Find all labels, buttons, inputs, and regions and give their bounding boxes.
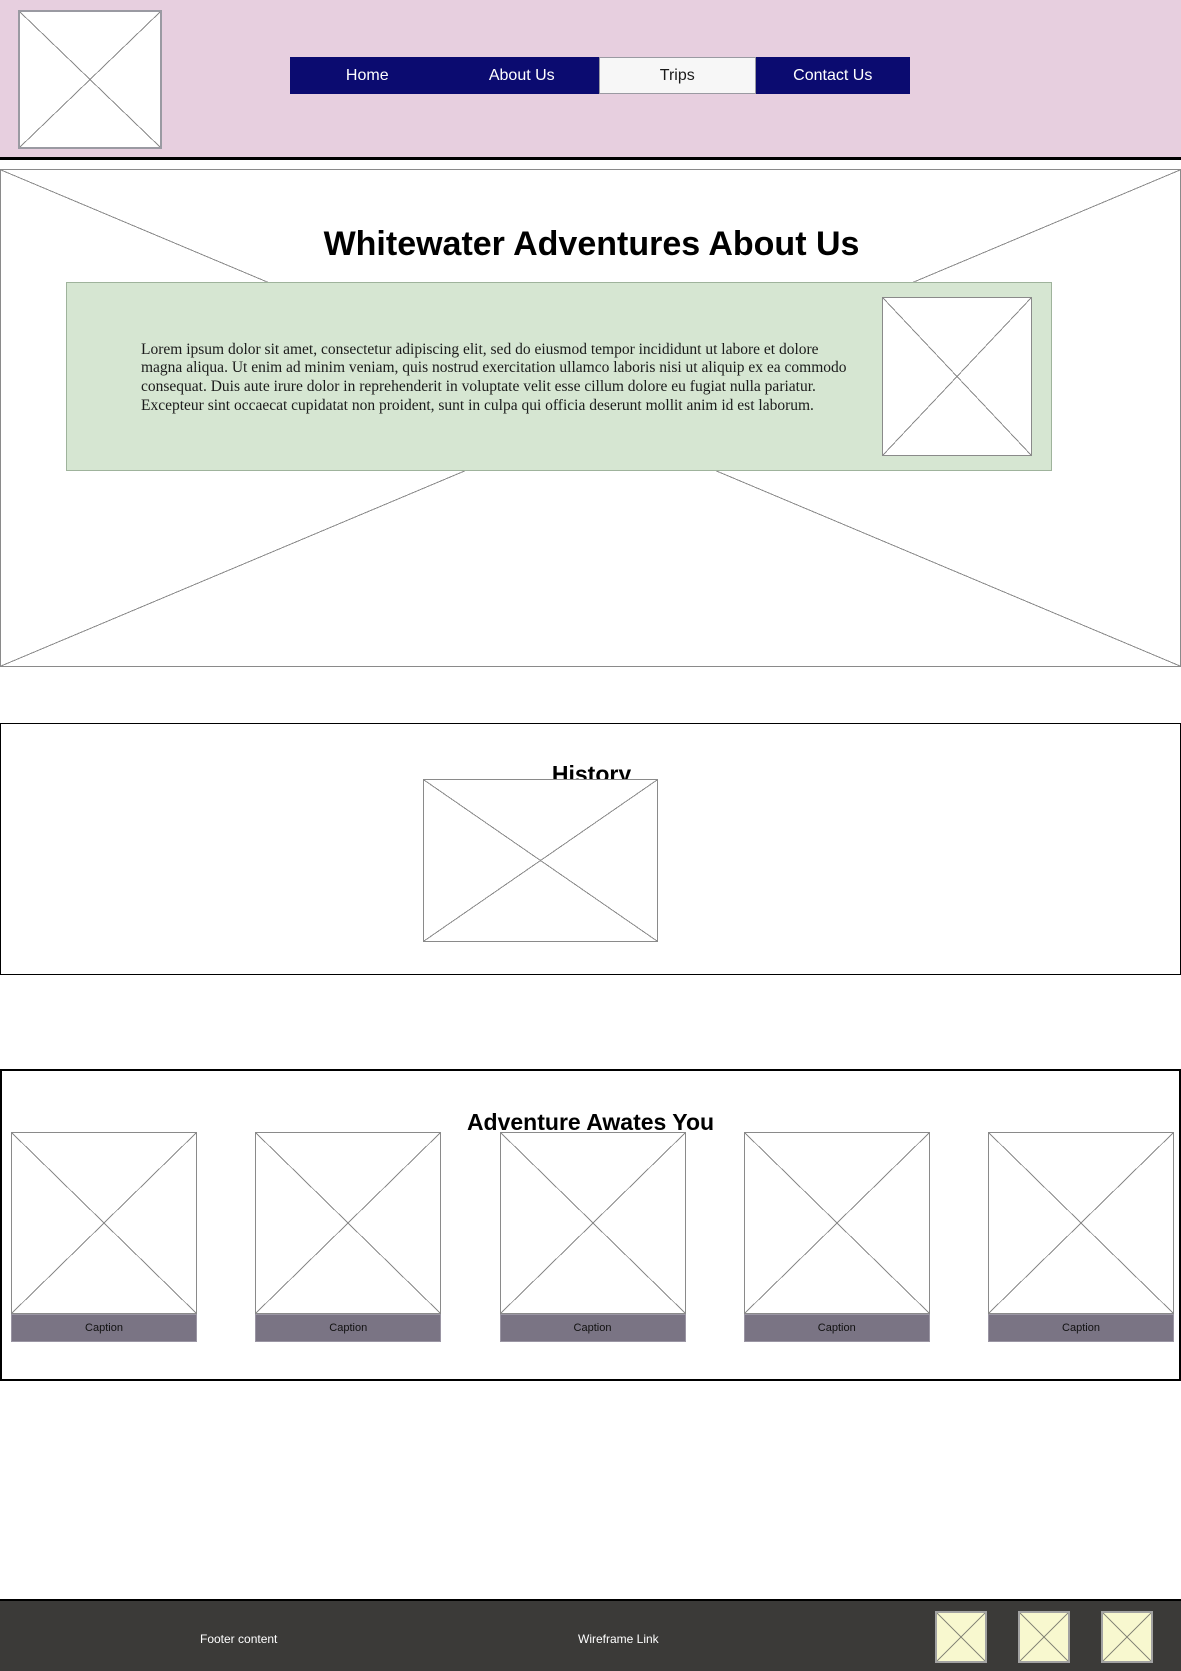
gallery-card[interactable]: Caption (499, 1132, 686, 1342)
footer-content-label: Footer content (200, 1632, 278, 1646)
gallery-card[interactable]: Caption (255, 1132, 442, 1342)
nav-item-about-us[interactable]: About Us (444, 57, 599, 94)
site-footer: Footer content Wireframe Link (0, 1599, 1181, 1671)
page-title: Whitewater Adventures About Us (323, 224, 860, 263)
gallery-caption[interactable]: Caption (11, 1314, 197, 1342)
footer-icon-group (935, 1611, 1153, 1663)
footer-image-placeholder-2[interactable] (1018, 1611, 1070, 1663)
main-navigation: Home About Us Trips Contact Us (290, 57, 910, 94)
gallery-image-placeholder[interactable] (11, 1132, 197, 1314)
nav-item-label: Trips (659, 66, 695, 84)
gallery-image-placeholder[interactable] (255, 1132, 442, 1314)
gallery-caption[interactable]: Caption (743, 1314, 930, 1342)
footer-image-placeholder-1[interactable] (935, 1611, 987, 1663)
about-side-image-placeholder[interactable] (882, 297, 1032, 456)
history-image-placeholder[interactable] (423, 779, 658, 942)
gallery-caption[interactable]: Caption (499, 1314, 686, 1342)
gallery-card[interactable]: Caption (988, 1132, 1174, 1342)
site-header: Home About Us Trips Contact Us (0, 0, 1181, 160)
gallery-card[interactable]: Caption (743, 1132, 930, 1342)
gallery-section: Adventure Awates You Caption Caption Cap… (0, 1069, 1181, 1381)
footer-image-placeholder-3[interactable] (1101, 1611, 1153, 1663)
nav-item-home[interactable]: Home (290, 57, 445, 94)
gallery-card-row: Caption Caption Caption Caption Caption (11, 1132, 1174, 1342)
history-section: History (0, 723, 1181, 975)
gallery-caption[interactable]: Caption (988, 1314, 1174, 1342)
about-content-card: Lorem ipsum dolor sit amet, consectetur … (66, 282, 1052, 471)
gallery-card[interactable]: Caption (11, 1132, 197, 1342)
nav-item-label: About Us (488, 66, 555, 84)
gallery-caption[interactable]: Caption (255, 1314, 442, 1342)
nav-item-label: Contact Us (793, 66, 873, 84)
logo-image-placeholder[interactable] (18, 10, 162, 149)
gallery-image-placeholder[interactable] (988, 1132, 1174, 1314)
nav-item-label: Home (345, 66, 389, 84)
about-body-text: Lorem ipsum dolor sit amet, consectetur … (141, 340, 847, 415)
nav-item-contact-us[interactable]: Contact Us (755, 57, 910, 94)
about-section: Whitewater Adventures About Us Lorem ips… (0, 169, 1181, 667)
gallery-image-placeholder[interactable] (499, 1132, 686, 1314)
footer-wireframe-link[interactable]: Wireframe Link (578, 1632, 659, 1646)
nav-item-trips[interactable]: Trips (599, 57, 756, 94)
gallery-image-placeholder[interactable] (743, 1132, 930, 1314)
